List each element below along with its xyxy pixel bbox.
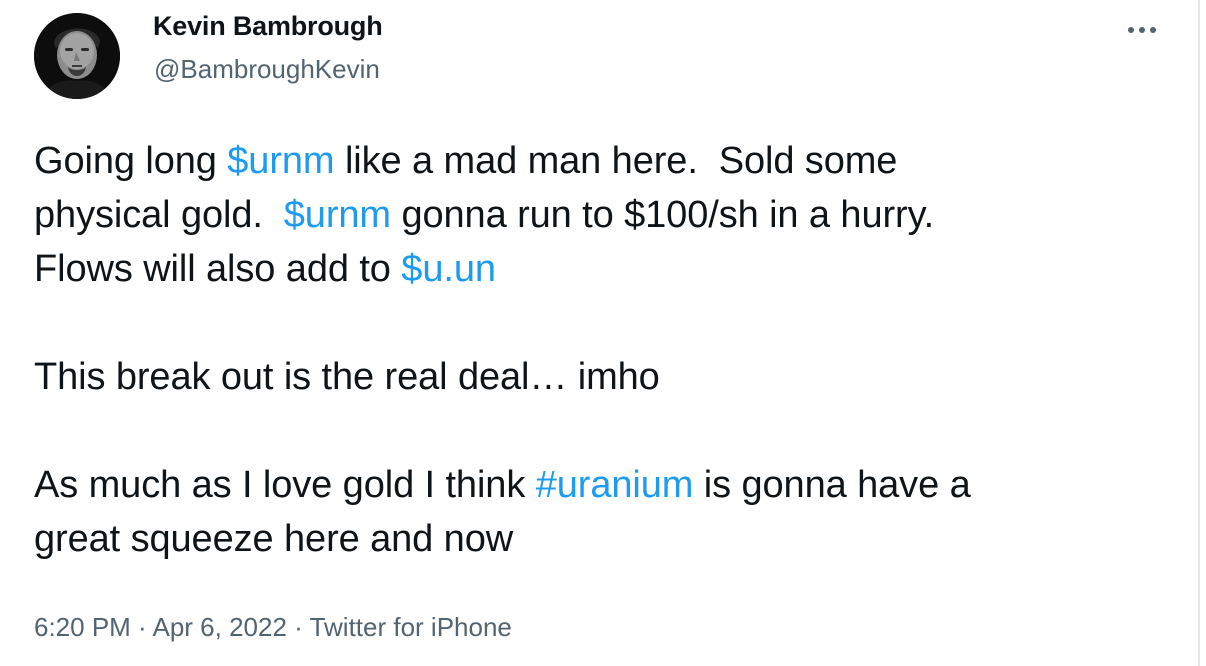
more-horizontal-icon[interactable] bbox=[1118, 16, 1166, 44]
tweet-source[interactable]: Twitter for iPhone bbox=[310, 612, 512, 642]
author-handle[interactable]: @BambroughKevin bbox=[154, 54, 380, 85]
tweet-line: great squeeze here and now bbox=[34, 518, 514, 560]
tweet-text: Going long $urnm like a mad man here. So… bbox=[34, 134, 1184, 566]
text-segment: Going long bbox=[34, 140, 228, 182]
tweet-date[interactable]: Apr 6, 2022 bbox=[153, 612, 287, 642]
tweet-time[interactable]: 6:20 PM bbox=[34, 612, 131, 642]
tweet-line: Going long $urnm like a mad man here. So… bbox=[34, 134, 1184, 188]
dot bbox=[1150, 27, 1156, 33]
separator: · bbox=[130, 612, 153, 642]
text-segment: is gonna have a bbox=[693, 464, 971, 506]
tweet-metadata: 6:20 PM · Apr 6, 2022 · Twitter for iPho… bbox=[34, 612, 512, 643]
cashtag-link[interactable]: $urnm bbox=[284, 194, 391, 236]
text-segment: gonna run to $100/sh in a hurry. bbox=[390, 194, 935, 236]
hashtag-link[interactable]: #uranium bbox=[536, 464, 694, 506]
tweet-line: physical gold. $urnm gonna run to $100/s… bbox=[34, 188, 1184, 242]
dot bbox=[1128, 27, 1134, 33]
separator: · bbox=[286, 612, 310, 642]
cashtag-link[interactable]: $u.un bbox=[401, 248, 496, 290]
author-name[interactable]: Kevin Bambrough bbox=[153, 11, 383, 42]
text-segment: Flows will also add to bbox=[34, 248, 402, 290]
dot bbox=[1139, 27, 1145, 33]
text-segment: physical gold. bbox=[34, 194, 284, 236]
tweet-line: As much as I love gold I think #uranium … bbox=[34, 458, 1184, 512]
tweet-card[interactable]: Kevin Bambrough @BambroughKevin Going lo… bbox=[0, 0, 1200, 666]
tweet-line: Flows will also add to $u.un bbox=[34, 242, 1184, 296]
author-avatar[interactable] bbox=[34, 13, 120, 99]
text-segment: As much as I love gold I think bbox=[34, 464, 536, 506]
tweet-line: This break out is the real deal… imho bbox=[34, 356, 660, 398]
text-segment: like a mad man here. Sold some bbox=[334, 140, 898, 182]
cashtag-link[interactable]: $urnm bbox=[227, 140, 334, 182]
avatar-image bbox=[34, 13, 120, 99]
